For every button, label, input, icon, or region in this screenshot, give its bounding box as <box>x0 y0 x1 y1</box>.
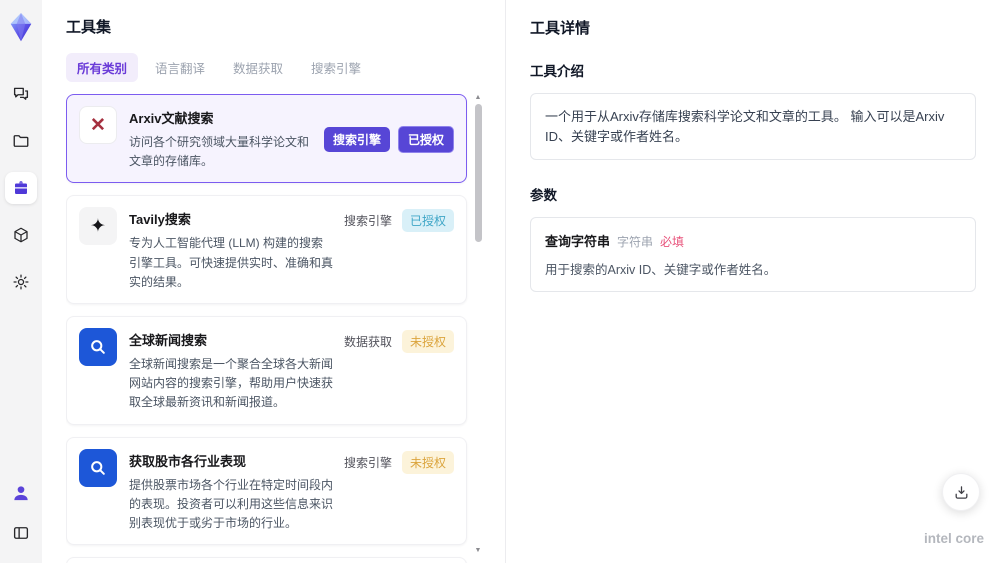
scrollbar-up-arrow[interactable]: ▲ <box>473 94 483 102</box>
detail-title: 工具详情 <box>530 20 591 37</box>
parameter-header: 查询字符串 字符串 必填 <box>545 231 961 250</box>
toolbox-icon <box>15 181 27 195</box>
parameter-type: 字符串 <box>617 235 654 249</box>
params-heading: 参数 <box>530 188 557 203</box>
tool-description: 专为人工智能代理 (LLM) 构建的搜索引擎工具。可快速提供实时、准确和真实的结… <box>129 236 334 289</box>
tool-badges: 搜索引擎 已授权 <box>323 126 454 154</box>
tool-icon: ✕ ✦ <box>79 106 117 144</box>
sidebar-item-collapse[interactable] <box>5 517 37 549</box>
tool-detail-panel: 工具详情 工具介绍 一个用于从Arxiv存储库搜索科学论文和文章的工具。 输入可… <box>506 0 1000 563</box>
tool-icon: ✕ ✦ <box>79 207 117 246</box>
tool-name: Tavily搜索 <box>129 212 191 228</box>
tool-name: Arxiv文献搜索 <box>129 111 214 126</box>
tool-card-body: Arxiv文献搜索 访问各个研究领域大量科学论文和文章的存储库。 <box>129 106 324 171</box>
scrollbar-down-arrow[interactable]: ▼ <box>473 547 483 555</box>
category-tab[interactable]: 所有类别 <box>66 53 139 82</box>
arxiv-x-icon: ✕ <box>90 114 106 136</box>
tool-status-badge: 未授权 <box>401 329 454 353</box>
tool-description: 提供股票市场各个行业在特定时间段内的表现。投资者可以利用这些信息来识别表现优于或… <box>129 477 334 530</box>
parameter-card: 查询字符串 字符串 必填 用于搜索的Arxiv ID、关键字或作者姓名。 <box>530 217 976 292</box>
user-avatar-icon <box>14 486 28 501</box>
category-tab[interactable]: 数据获取 <box>222 53 294 82</box>
parameter-name: 查询字符串 <box>545 234 611 249</box>
tool-card[interactable]: ✕ ✦ Tavily搜索 专为 <box>66 195 467 304</box>
intel-core-logo: intel core <box>924 531 984 546</box>
tool-icon: ✕ ✦ <box>79 448 117 487</box>
download-button[interactable] <box>942 473 980 511</box>
tool-description: 全球新闻搜索是一个聚合全球各大新闻网站内容的搜索引擎，帮助用户快速获取全球最新资… <box>129 356 334 410</box>
category-tabs: 所有类别 语言翻译 数据获取 搜索引擎 <box>66 53 483 82</box>
intel-core-logo-text: intel core <box>923 531 984 546</box>
sidebar <box>0 0 42 563</box>
tool-badges: 数据获取 未授权 <box>342 329 454 353</box>
chat-icon <box>13 87 29 100</box>
sidebar-item-files[interactable] <box>5 125 37 157</box>
sidebar-item-plugins[interactable] <box>5 219 37 251</box>
cube-icon <box>14 227 28 243</box>
sidebar-item-settings[interactable] <box>5 266 37 298</box>
tool-badges: 搜索引擎 未授权 <box>342 450 454 474</box>
parameter-description: 用于搜索的Arxiv ID、关键字或作者姓名。 <box>545 263 777 277</box>
tool-card-body: 全球新闻搜索 全球新闻搜索是一个聚合全球各大新闻网站内容的搜索引擎，帮助用户快速… <box>129 328 342 413</box>
tool-category-badge: 搜索引擎 <box>323 127 390 153</box>
tool-card[interactable]: ✕ ✦ 全球新闻搜索 全球新闻 <box>66 315 467 425</box>
tool-status-badge: 已授权 <box>397 126 454 154</box>
tool-name: 全球新闻搜索 <box>129 332 208 348</box>
search-icon <box>91 460 105 475</box>
tool-badges: 搜索引擎 已授权 <box>342 209 454 233</box>
sidebar-item-chat[interactable] <box>5 78 37 110</box>
scrollbar-thumb[interactable] <box>475 104 482 242</box>
tool-name: 获取股市各行业表现 <box>129 453 247 469</box>
tool-list: ✕ ✦ Arxiv文献搜索 访 <box>66 94 483 563</box>
tool-list-panel: 工具集 所有类别 语言翻译 数据获取 搜索引擎 ✕ ✦ <box>42 0 506 563</box>
panel-toggle-icon <box>13 527 29 539</box>
tool-category-badge: 搜索引擎 <box>343 214 392 229</box>
app-window: 工具集 所有类别 语言翻译 数据获取 搜索引擎 ✕ ✦ <box>0 0 1000 563</box>
tool-status-badge: 未授权 <box>401 450 454 474</box>
tool-card-body: Tavily搜索 专为人工智能代理 (LLM) 构建的搜索引擎工具。可快速提供实… <box>129 207 342 292</box>
tool-card[interactable]: ✕ ✦ Arxiv文献搜索 访 <box>66 94 467 184</box>
folder-icon <box>13 135 29 147</box>
list-scrollbar[interactable]: ▲ ▼ <box>473 94 483 563</box>
download-icon <box>955 485 967 499</box>
tool-card[interactable]: ✕ ✦ 获取股市各行业表现 提 <box>66 436 467 546</box>
parameter-required-badge: 必填 <box>660 235 685 249</box>
tool-intro-text: 一个用于从Arxiv存储库搜索科学论文和文章的工具。 输入可以是Arxiv ID… <box>530 93 976 160</box>
search-icon <box>91 340 105 354</box>
intro-heading: 工具介绍 <box>530 64 584 79</box>
tool-description: 访问各个研究领域大量科学论文和文章的存储库。 <box>129 135 310 169</box>
app-logo-gem-icon[interactable] <box>8 12 34 42</box>
sidebar-item-account[interactable] <box>5 477 37 509</box>
tool-icon: ✕ ✦ <box>79 327 117 366</box>
star-icon: ✦ <box>90 215 106 237</box>
gear-icon <box>13 274 29 290</box>
tool-category-badge: 搜索引擎 <box>343 455 392 470</box>
sidebar-item-toolset[interactable] <box>5 172 37 204</box>
tool-card[interactable]: ✕ ✦ 获取市场最活跃股票信息 <box>66 557 467 563</box>
category-tab[interactable]: 搜索引擎 <box>300 53 372 82</box>
tool-card-body: 获取股市各行业表现 提供股票市场各个行业在特定时间段内的表现。投资者可以利用这些… <box>129 449 342 534</box>
tool-status-badge: 已授权 <box>401 209 454 233</box>
category-tab[interactable]: 语言翻译 <box>144 53 216 82</box>
tool-category-badge: 数据获取 <box>343 334 392 349</box>
page-title: 工具集 <box>66 19 112 36</box>
